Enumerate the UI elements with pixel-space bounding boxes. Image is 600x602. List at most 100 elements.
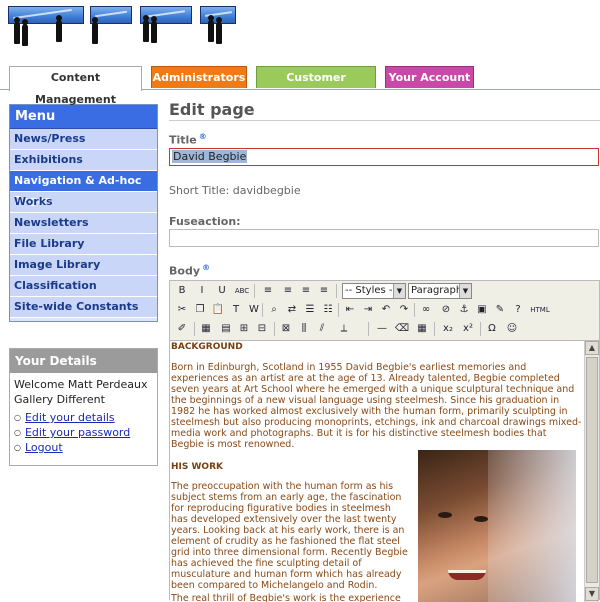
editor-scrollbar[interactable]: ▲ ▼: [584, 341, 599, 602]
content-paragraph: Born in Edinburgh, Scotland in 1955 Davi…: [171, 362, 582, 450]
help-icon[interactable]: ®: [202, 263, 210, 272]
help-icon[interactable]: ?: [510, 302, 526, 318]
main-tabs: Content Management Administrators Custom…: [0, 66, 600, 106]
figure-silhouette-icon: [14, 17, 20, 44]
sidebar-menu: Menu News/Press Exhibitions Navigation &…: [9, 104, 158, 322]
sidebar-item-newsletters[interactable]: Newsletters: [10, 213, 157, 234]
replace-icon[interactable]: ⇄: [284, 302, 300, 318]
outdent-icon[interactable]: ⇤: [342, 302, 358, 318]
sidebar-item-works[interactable]: Works: [10, 192, 157, 213]
figure-silhouette-icon: [92, 17, 98, 44]
toolbar-separator: [368, 322, 369, 336]
subscript-icon[interactable]: x₂: [440, 321, 456, 337]
fuseaction-field[interactable]: [169, 229, 599, 247]
insert-col-after-icon[interactable]: ⫽: [314, 321, 330, 337]
underline-icon[interactable]: U: [214, 283, 230, 299]
format-select[interactable]: Paragraph ▼: [408, 283, 472, 299]
align-right-icon[interactable]: ≡: [298, 283, 314, 299]
undo-icon[interactable]: ↶: [378, 302, 394, 318]
bullet-list-icon[interactable]: ☰: [302, 302, 318, 318]
cut-icon[interactable]: ✂: [174, 302, 190, 318]
editor-content-area[interactable]: BACKGROUND Born in Edinburgh, Scotland i…: [170, 340, 599, 602]
edit-password-link[interactable]: Edit your password: [25, 426, 130, 439]
toolbar-separator: [254, 284, 255, 298]
indent-icon[interactable]: ⇥: [360, 302, 376, 318]
content-heading-background: BACKGROUND: [171, 342, 243, 352]
image-icon[interactable]: ▣: [474, 302, 490, 318]
insert-row-after-icon[interactable]: ⊟: [254, 321, 270, 337]
find-icon[interactable]: ⌕: [266, 302, 282, 318]
bold-icon[interactable]: B: [174, 283, 190, 299]
numbered-list-icon[interactable]: ☷: [320, 302, 336, 318]
tab-administrators[interactable]: Administrators: [151, 66, 247, 88]
italic-icon[interactable]: I: [194, 283, 210, 299]
title-value: David Begbie: [172, 150, 248, 163]
list-item: Edit your details: [14, 410, 157, 425]
sidebar-item-image-library[interactable]: Image Library: [10, 255, 157, 276]
special-char-icon[interactable]: Ω: [484, 321, 500, 337]
tab-your-account[interactable]: Your Account: [385, 66, 474, 88]
delete-col-icon[interactable]: ⟂: [336, 321, 352, 337]
cleanup-icon[interactable]: ✎: [492, 302, 508, 318]
editor-toolbar-row-2: ✂ ❐ 📋 T W ⌕ ⇄ ☰ ☷ ⇤ ⇥ ↶ ↷ ∞ ⊘ ⚓ ▣ ✎? HTML: [170, 300, 599, 320]
scroll-down-icon[interactable]: ▼: [585, 587, 599, 601]
figure-silhouette-icon: [208, 15, 214, 42]
align-justify-icon[interactable]: ≡: [316, 283, 332, 299]
sidebar-item-exhibitions[interactable]: Exhibitions: [10, 150, 157, 171]
toolbar-separator: [336, 284, 337, 298]
link-icon[interactable]: ∞: [418, 302, 434, 318]
strikethrough-icon[interactable]: ABC: [232, 283, 252, 299]
logout-link[interactable]: Logout: [25, 441, 63, 454]
paste-text-icon[interactable]: T: [228, 302, 244, 318]
superscript-icon[interactable]: x²: [460, 321, 476, 337]
tab-customer-relations[interactable]: Customer Relations: [256, 66, 376, 106]
unlink-icon[interactable]: ⊘: [438, 302, 454, 318]
styles-select[interactable]: -- Styles -- ▼: [342, 283, 406, 299]
figure-silhouette-icon: [216, 17, 222, 44]
figure-silhouette-icon: [22, 19, 28, 46]
sidebar-item-file-library[interactable]: File Library: [10, 234, 157, 255]
figure-silhouette-icon: [151, 16, 157, 43]
toolbar-separator: [434, 322, 435, 336]
format-select-value: Paragraph: [411, 285, 463, 296]
edit-details-link[interactable]: Edit your details: [25, 411, 115, 424]
styles-select-value: -- Styles --: [345, 285, 397, 296]
anchor-icon[interactable]: ⚓: [456, 302, 472, 318]
help-icon[interactable]: ®: [199, 132, 207, 141]
sidebar-item-navigation-ad-hoc-pages[interactable]: Navigation & Ad-hoc Pages: [10, 171, 157, 207]
insert-col-before-icon[interactable]: ⫼: [296, 321, 312, 337]
html-icon[interactable]: HTML: [530, 302, 550, 318]
sidebar-item-site-wide-constants[interactable]: Site-wide Constants: [10, 297, 157, 318]
title-field[interactable]: David Begbie: [169, 148, 599, 166]
content-paragraph: The preoccupation with the human form as…: [171, 481, 408, 591]
insert-row-before-icon[interactable]: ⊞: [236, 321, 252, 337]
list-item: Edit your password: [14, 425, 157, 440]
horizontal-rule-icon[interactable]: —: [374, 321, 390, 337]
remove-format-icon[interactable]: ⌫: [394, 321, 410, 337]
toolbar-separator: [262, 303, 263, 317]
emoticon-icon[interactable]: ☺: [504, 321, 520, 337]
copy-icon[interactable]: ❐: [192, 302, 208, 318]
title-label: Title ®: [169, 132, 207, 147]
tab-content-management[interactable]: Content Management: [9, 66, 142, 106]
toolbar-separator: [338, 303, 339, 317]
title-divider: [169, 120, 600, 121]
scroll-up-icon[interactable]: ▲: [585, 341, 599, 355]
redo-icon[interactable]: ↷: [396, 302, 412, 318]
edit-icon[interactable]: ✐: [174, 321, 190, 337]
sidebar-item-news-press[interactable]: News/Press: [10, 129, 157, 150]
align-center-icon[interactable]: ≡: [280, 283, 296, 299]
delete-row-icon[interactable]: ⊠: [278, 321, 294, 337]
editor-toolbar-row-3: ✐ ▦ ▤ ⊞ ⊟ ⊠ ⫼ ⫽ ⟂ — ⌫ ▦ x₂ x² Ω ☺: [170, 319, 599, 339]
row-props-icon[interactable]: ▤: [218, 321, 234, 337]
scroll-thumb[interactable]: [586, 357, 598, 583]
chevron-down-icon: ▼: [459, 284, 471, 298]
paste-word-icon[interactable]: W: [246, 302, 262, 318]
paste-icon[interactable]: 📋: [210, 302, 226, 318]
sidebar-item-classification[interactable]: Classification: [10, 276, 157, 297]
content-paragraph: The real thrill of Begbie's work is the …: [171, 593, 401, 602]
site-header: [0, 0, 600, 54]
visual-aid-icon[interactable]: ▦: [414, 321, 430, 337]
table-icon[interactable]: ▦: [198, 321, 214, 337]
align-left-icon[interactable]: ≡: [260, 283, 276, 299]
